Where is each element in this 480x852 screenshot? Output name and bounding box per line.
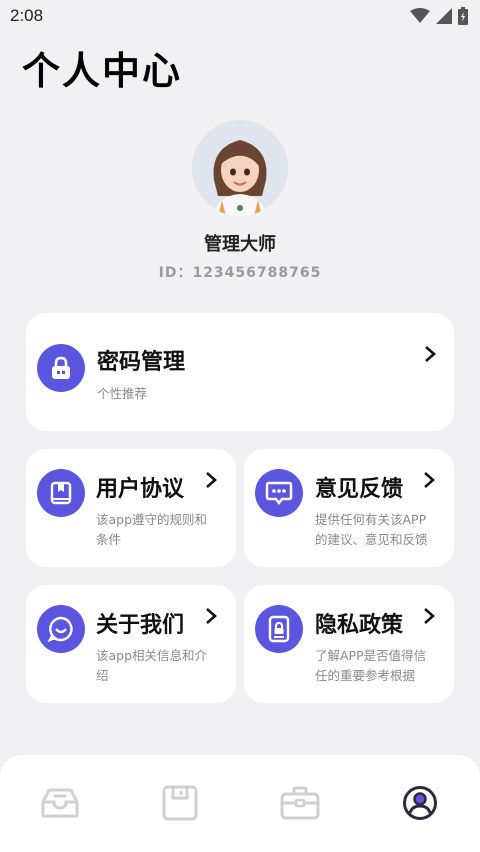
about-card-title: 关于我们 <box>96 613 185 638</box>
privacy-policy-card[interactable]: 隐私政策 了解APP是否值得信 任的重要参考根据 <box>244 585 454 703</box>
agreement-card-title: 用户协议 <box>96 477 185 502</box>
about-us-card[interactable]: 关于我们 该app相关信息和介 绍 <box>26 585 236 703</box>
feedback-card[interactable]: 意见反馈 提供任何有关该APP 的建议、意见和反馈 <box>244 449 454 567</box>
smile-chat-icon <box>37 605 85 653</box>
inbox-icon <box>41 788 79 818</box>
status-bar: 2:08 <box>0 0 480 32</box>
tab-save[interactable] <box>160 783 200 823</box>
privacy-card-title: 隐私政策 <box>315 613 404 638</box>
tab-profile[interactable] <box>400 783 440 823</box>
chevron-right-icon <box>206 472 217 488</box>
lock-icon <box>37 344 85 392</box>
chevron-right-icon <box>206 608 217 624</box>
avatar[interactable] <box>192 120 288 216</box>
privacy-document-icon <box>255 605 303 653</box>
password-management-card[interactable]: 密码管理 个性推荐 <box>26 313 454 431</box>
save-icon <box>162 785 198 821</box>
chevron-right-icon <box>424 608 435 624</box>
briefcase-icon <box>280 786 320 820</box>
chat-bubble-icon <box>255 469 303 517</box>
tab-inbox[interactable] <box>40 783 80 823</box>
privacy-card-desc: 了解APP是否值得信 任的重要参考根据 <box>315 648 427 683</box>
feedback-card-title: 意见反馈 <box>315 477 404 502</box>
page-title: 个人中心 <box>22 49 183 93</box>
tab-briefcase[interactable] <box>280 783 320 823</box>
password-card-title: 密码管理 <box>97 350 186 375</box>
agreement-book-icon <box>37 469 85 517</box>
battery-icon <box>458 7 468 25</box>
status-time: 2:08 <box>10 6 44 25</box>
about-card-desc: 该app相关信息和介 绍 <box>96 648 208 683</box>
username: 管理大师 <box>204 234 276 255</box>
user-agreement-card[interactable]: 用户协议 该app遵守的规则和 条件 <box>26 449 236 567</box>
profile-section: 管理大师 ID：123456788765 <box>0 120 480 282</box>
feedback-card-desc: 提供任何有关该APP 的建议、意见和反馈 <box>315 512 428 547</box>
user-id: ID：123456788765 <box>158 265 322 281</box>
avatar-illustration-icon <box>192 120 288 216</box>
bottom-tab-bar <box>0 755 480 852</box>
signal-icon <box>436 8 452 24</box>
user-circle-icon <box>403 786 437 820</box>
chevron-right-icon <box>424 472 435 488</box>
chevron-right-icon <box>425 346 436 362</box>
password-card-desc: 个性推荐 <box>97 386 148 401</box>
wifi-icon <box>410 8 430 23</box>
status-icons <box>410 7 468 25</box>
agreement-card-desc: 该app遵守的规则和 条件 <box>96 512 208 547</box>
